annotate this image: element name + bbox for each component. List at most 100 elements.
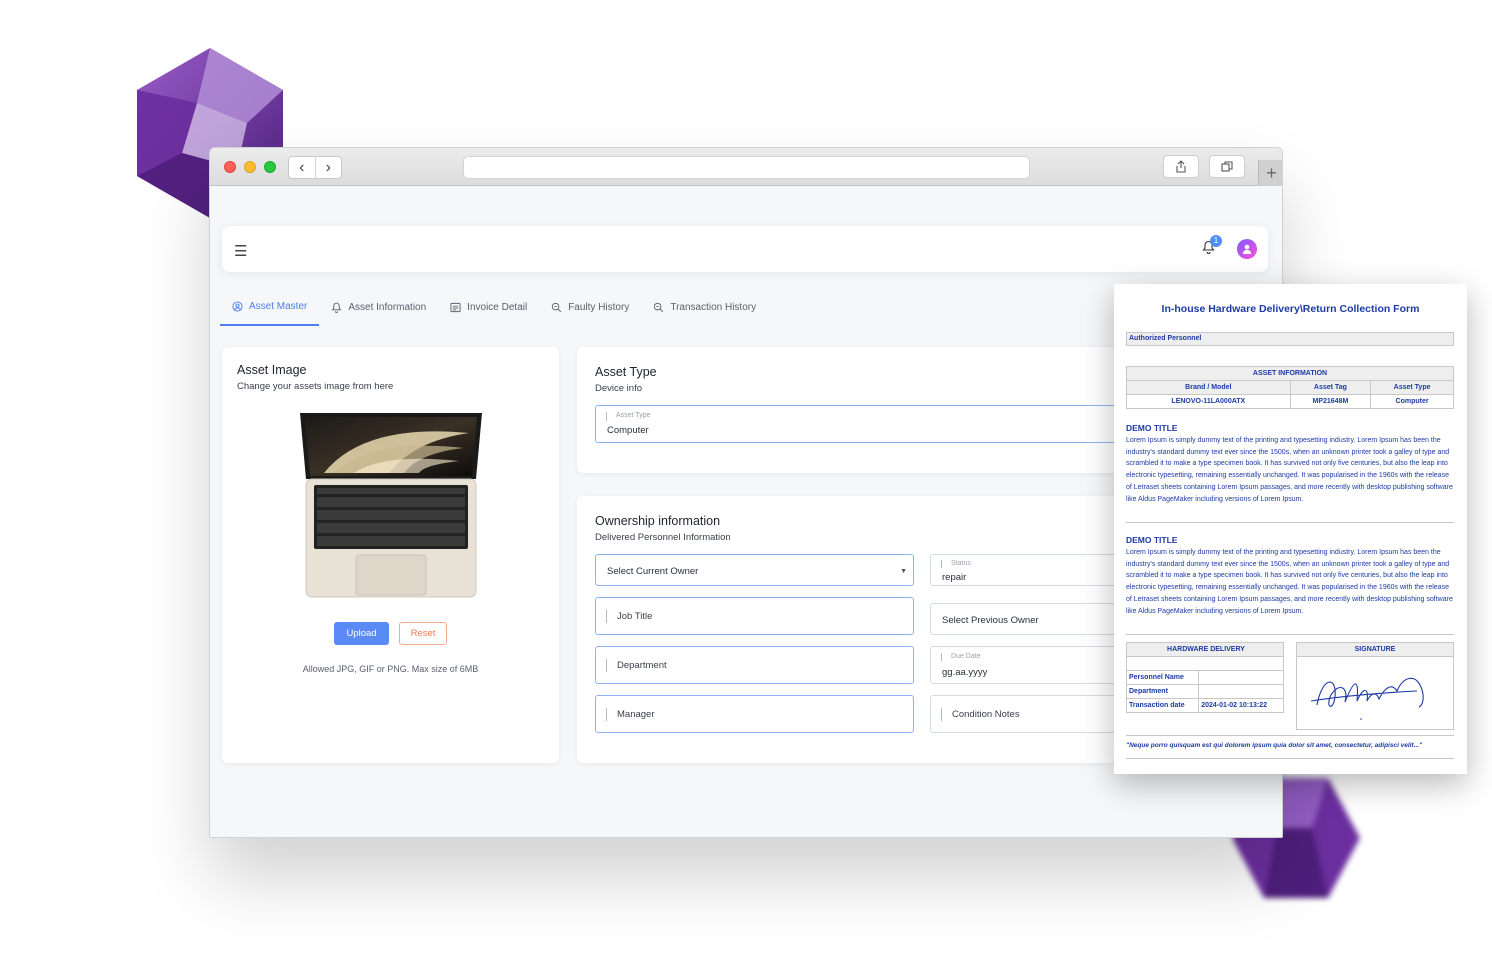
department-field[interactable]: Department [595,646,914,684]
divider [1126,758,1454,759]
transaction-date-value: 2024-01-02 10:13:22 [1198,698,1284,713]
share-icon [1176,160,1186,173]
section-text: Lorem Ipsum is simply dummy text of the … [1126,549,1453,615]
tab-transaction-history[interactable]: Transaction History [641,288,768,326]
section-title: DEMO TITLE [1126,535,1178,545]
tab-overview-button[interactable] [1209,155,1245,178]
asset-image-title: Asset Image [237,363,307,377]
tab-asset-information[interactable]: Asset Information [319,288,438,326]
handwritten-signature [1310,677,1424,720]
bell-icon [332,302,342,313]
job-title-field[interactable]: Job Title [595,597,914,635]
table-row: Personnel Name [1125,670,1284,685]
user-avatar[interactable] [1237,239,1257,259]
tab-label: Invoice Detail [467,301,528,313]
app-header: ☰ 1 [222,226,1268,272]
divider [1126,634,1454,635]
asset-image-card: Asset Image Change your assets image fro… [222,347,559,763]
previous-owner-placeholder: Select Previous Owner [942,615,1039,626]
asset-information-table: ASSET INFORMATION Brand / Model Asset Ta… [1126,366,1454,409]
asset-info-heading: ASSET INFORMATION [1126,366,1454,381]
ownership-title: Ownership information [595,514,721,528]
asset-tag-cell: MP21648M [1289,394,1372,409]
share-button[interactable] [1163,155,1199,178]
asset-type-title: Asset Type [595,365,657,379]
divider [1126,735,1454,736]
column-header: Asset Type [1370,380,1454,395]
manager-field[interactable]: Manager [595,695,914,733]
address-bar[interactable] [463,156,1030,179]
signature-box: SIGNATURE [1296,642,1454,730]
status-value: repair [942,572,967,583]
field-cursor-bar [606,659,607,672]
table-row: Department [1125,684,1284,699]
search-icon [654,302,664,312]
hardware-delivery-table: HARDWARE DELIVERY Personnel Name Departm… [1125,642,1284,713]
forward-arrow-icon[interactable]: › [316,157,342,178]
personnel-name-value [1198,670,1284,685]
due-date-label: Due Date [951,653,981,660]
asset-type-field-value: Computer [607,425,649,436]
browser-titlebar: ‹ › + [210,148,1282,186]
status-field[interactable]: Status repair [930,554,1135,586]
field-cursor-bar [606,412,607,421]
field-cursor-bar [606,610,607,623]
section-text: Lorem Ipsum is simply dummy text of the … [1126,437,1453,503]
asset-tabs: Asset Master Asset Information Invoice D… [220,288,768,326]
tab-invoice-detail[interactable]: Invoice Detail [438,288,539,326]
user-circle-icon [232,300,243,312]
empty-row [1126,656,1284,671]
tab-label: Faulty History [568,301,630,313]
upload-button[interactable]: Upload [334,622,389,645]
tab-label: Transaction History [670,301,757,313]
tab-asset-master[interactable]: Asset Master [220,288,320,326]
tab-label: Asset Master [249,300,308,312]
ownership-card: Ownership information Delivered Personne… [577,496,1137,763]
user-icon [1242,244,1252,254]
section-title: DEMO TITLE [1126,423,1178,433]
asset-type-card: Asset Type Device info Asset Type Comput… [577,347,1137,473]
reset-button[interactable]: Reset [399,622,447,645]
search-icon [552,302,562,312]
asset-image-subtitle: Change your assets image from here [237,381,394,392]
column-header: Brand / Model [1126,380,1291,395]
new-tab-button[interactable]: + [1258,160,1282,186]
due-date-field[interactable]: Due Date gg.aa.yyyy [930,646,1135,684]
tab-faulty-history[interactable]: Faulty History [539,288,641,326]
department-label: Department [1125,684,1200,699]
divider [1126,522,1454,523]
field-cursor-bar [606,708,607,721]
asset-type-field[interactable]: Asset Type Computer [595,405,1135,443]
current-owner-select[interactable]: Select Current Owner ▼ [595,554,914,586]
laptop-image [300,413,482,598]
department-placeholder: Department [617,660,667,671]
asset-type-subtitle: Device info [595,383,642,394]
personnel-name-label: Personnel Name [1125,670,1200,685]
field-cursor-bar [941,653,942,661]
asset-type-cell: Computer [1370,394,1454,409]
back-arrow-icon[interactable]: ‹ [289,157,316,178]
document-title: In-house Hardware Delivery\Return Collec… [1161,303,1420,315]
minimize-window-button[interactable] [244,161,256,173]
condition-notes-placeholder: Condition Notes [952,709,1020,720]
condition-notes-field[interactable]: Condition Notes [930,695,1135,733]
notification-badge: 1 [1210,235,1222,247]
transaction-date-label: Transaction date [1125,698,1200,713]
maximize-window-button[interactable] [264,161,276,173]
table-row: Transaction date 2024-01-02 10:13:22 [1125,698,1284,713]
browser-nav-buttons: ‹ › [288,156,342,179]
tab-label: Asset Information [348,301,427,313]
job-title-placeholder: Job Title [617,611,653,622]
hamburger-menu-icon[interactable]: ☰ [234,242,247,260]
field-cursor-bar [941,708,942,721]
previous-owner-select[interactable]: Select Previous Owner [930,603,1135,635]
hardware-delivery-heading: HARDWARE DELIVERY [1126,642,1284,657]
list-icon [450,302,461,312]
authorized-personnel-row: Authorized Personnel [1126,332,1454,346]
close-window-button[interactable] [224,161,236,173]
signature-heading: SIGNATURE [1297,643,1453,657]
column-header: Asset Tag [1289,380,1372,395]
current-owner-placeholder: Select Current Owner [607,566,699,577]
upload-hint: Allowed JPG, GIF or PNG. Max size of 6MB [302,664,479,674]
chevron-down-icon: ▼ [900,568,907,575]
